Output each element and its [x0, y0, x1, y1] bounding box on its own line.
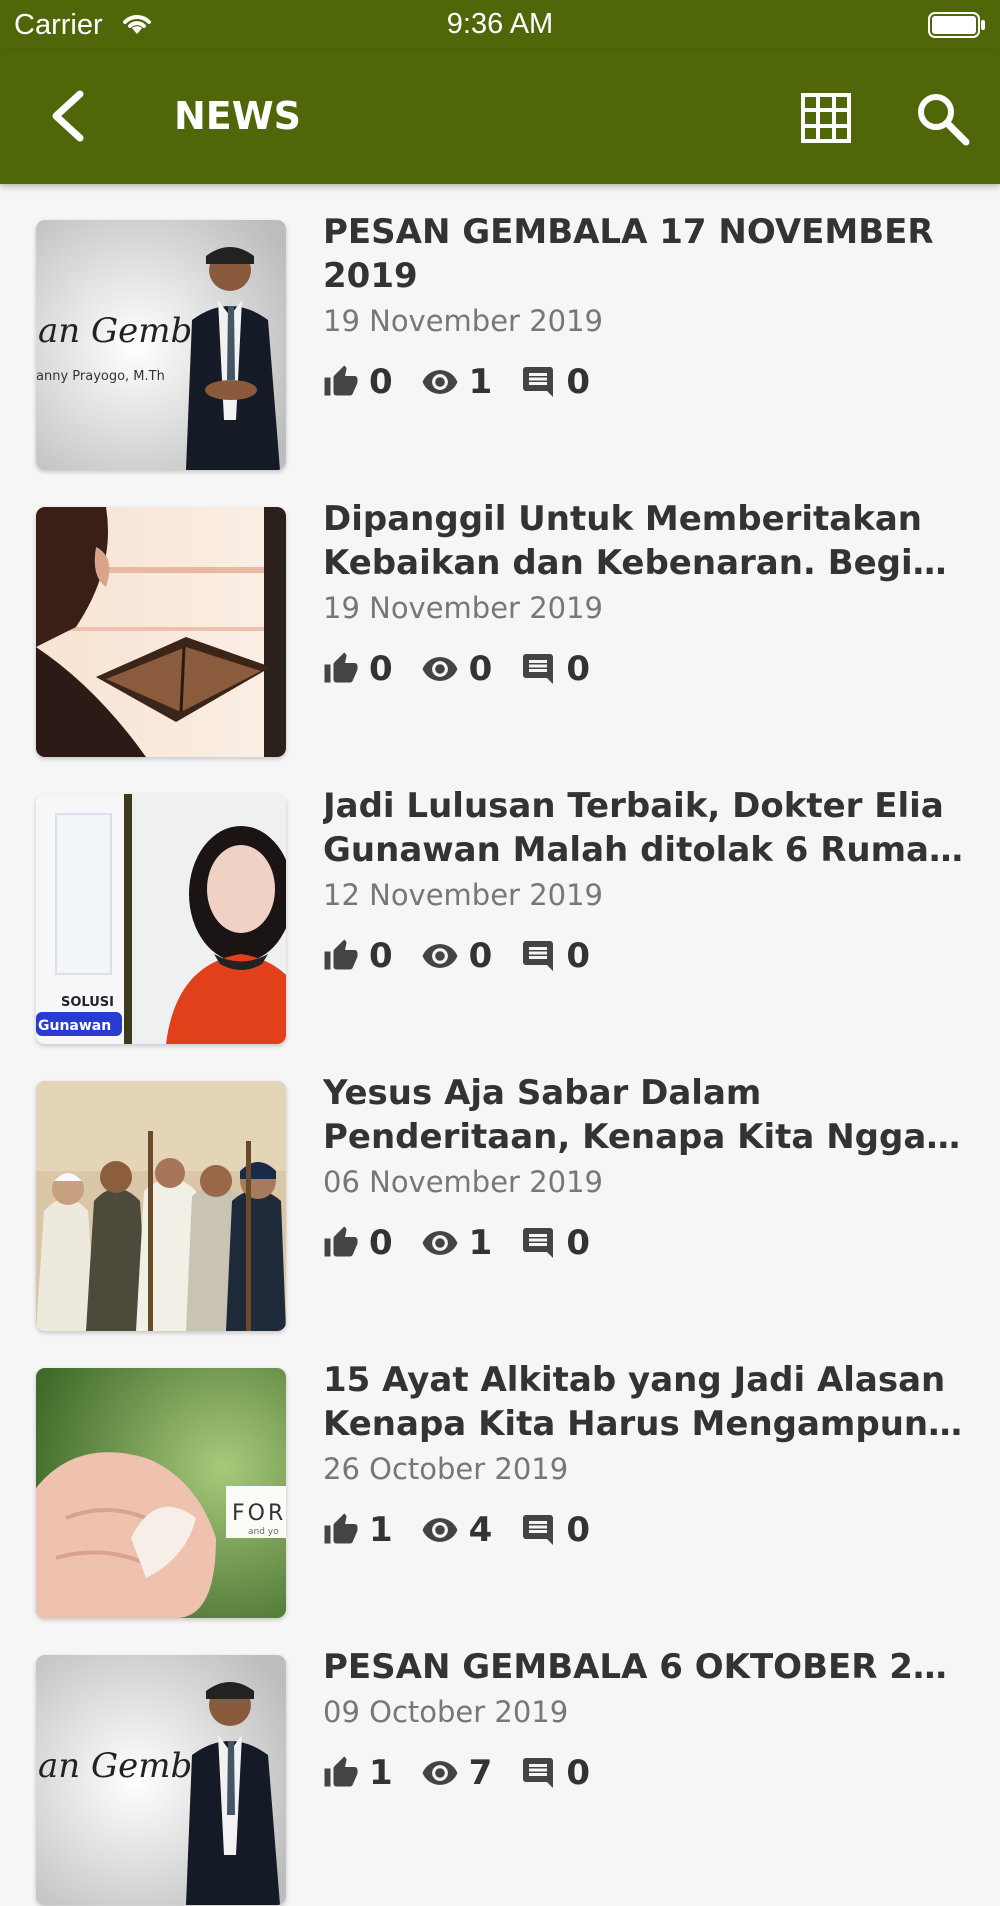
status-time: 9:36 AM [446, 8, 554, 40]
news-date: 19 November 2019 [323, 304, 604, 338]
thumbs-up-icon [324, 1756, 358, 1787]
likes-count: 0 [369, 936, 393, 976]
views-stat: 4 [421, 1510, 493, 1550]
news-title[interactable]: 15 Ayat Alkitab yang Jadi Alasan Kenapa … [323, 1358, 963, 1446]
comments-count: 0 [566, 1223, 591, 1263]
navigation-bar: NEWS [0, 50, 1000, 184]
views-count: 0 [468, 649, 493, 689]
news-title[interactable]: PESAN GEMBALA 17 NOVEMBER 2019 [323, 210, 963, 298]
eye-icon [422, 370, 458, 394]
thumbs-up-icon [324, 1513, 358, 1544]
news-item[interactable]: Yesus Aja Sabar Dalam Penderitaan, Kenap… [0, 1045, 1000, 1332]
news-item[interactable]: Dipanggil Untuk Memberitakan Kebaikan da… [0, 471, 1000, 758]
news-thumbnail: an Gembala anny Prayogo, M.Th [36, 220, 286, 470]
eye-icon [422, 944, 458, 968]
news-thumbnail: an Gembala [36, 1655, 286, 1905]
news-date: 06 November 2019 [323, 1165, 604, 1199]
news-date: 12 November 2019 [323, 878, 604, 912]
thumbs-up-icon [324, 939, 358, 970]
views-count: 4 [468, 1510, 493, 1550]
views-stat: 1 [421, 1223, 493, 1263]
eye-icon [422, 1518, 458, 1542]
news-title[interactable]: PESAN GEMBALA 6 OKTOBER 2019 [323, 1645, 963, 1689]
comment-icon [523, 654, 554, 684]
views-stat: 1 [421, 362, 493, 402]
comments-count: 0 [566, 1753, 591, 1793]
views-stat: 0 [421, 936, 493, 976]
news-date: 19 November 2019 [323, 591, 604, 625]
views-stat: 0 [421, 649, 493, 689]
comment-icon [523, 941, 554, 971]
comments-count: 0 [566, 936, 591, 976]
likes-count: 0 [369, 1223, 393, 1263]
news-item[interactable]: an Gembala PESAN GEMBALA 6 OKTOBER 2019 … [0, 1619, 1000, 1906]
views-count: 1 [468, 362, 493, 402]
eye-icon [422, 1761, 458, 1785]
comment-icon [523, 1228, 554, 1258]
views-count: 1 [468, 1223, 493, 1263]
likes-stat[interactable]: 1 [323, 1510, 393, 1550]
comments-stat[interactable]: 0 [520, 936, 590, 976]
eye-icon [422, 1231, 458, 1255]
likes-count: 1 [369, 1753, 393, 1793]
news-thumbnail [36, 1081, 286, 1331]
likes-count: 0 [369, 362, 393, 402]
likes-stat[interactable]: 0 [323, 936, 393, 976]
comment-icon [523, 1758, 554, 1788]
news-title[interactable]: Jadi Lulusan Terbaik, Dokter Elia Gunawa… [323, 784, 963, 872]
thumb-text: Gunawan [38, 1018, 111, 1034]
news-thumbnail [36, 507, 286, 757]
likes-stat[interactable]: 1 [323, 1753, 393, 1793]
svg-text:SOLUSI: SOLUSI [61, 995, 114, 1010]
likes-stat[interactable]: 0 [323, 1223, 393, 1263]
views-count: 0 [468, 936, 493, 976]
page-title: NEWS [174, 94, 302, 138]
likes-stat[interactable]: 0 [323, 649, 393, 689]
news-stats: 1 4 0 [323, 1510, 618, 1550]
likes-stat[interactable]: 0 [323, 362, 393, 402]
news-item[interactable]: FOR and yo 15 Ayat Alkitab yang Jadi Ala… [0, 1332, 1000, 1619]
thumbs-up-icon [324, 1226, 358, 1257]
status-bar: Carrier 9:36 AM [0, 0, 1000, 50]
news-title[interactable]: Yesus Aja Sabar Dalam Penderitaan, Kenap… [323, 1071, 963, 1159]
comment-icon [523, 367, 554, 397]
svg-text:and yo: and yo [248, 1527, 279, 1537]
news-item[interactable]: an Gembala anny Prayogo, M.Th PESAN GEMB… [0, 184, 1000, 471]
search-icon[interactable] [916, 92, 970, 146]
comments-stat[interactable]: 0 [520, 1223, 590, 1263]
comments-count: 0 [566, 362, 591, 402]
news-date: 26 October 2019 [323, 1452, 569, 1486]
battery-icon [928, 12, 985, 38]
news-thumbnail: SOLUSI Gunawan [36, 794, 286, 1044]
views-stat: 7 [421, 1753, 493, 1793]
news-item[interactable]: SOLUSI Gunawan Jadi Lulusan Terbaik, Dok… [0, 758, 1000, 1045]
svg-text:anny Prayogo, M.Th: anny Prayogo, M.Th [36, 369, 165, 384]
views-count: 7 [468, 1753, 493, 1793]
news-stats: 0 0 0 [323, 936, 618, 976]
news-stats: 0 1 0 [323, 362, 618, 402]
eye-icon [422, 657, 458, 681]
comments-count: 0 [566, 1510, 591, 1550]
news-stats: 1 7 0 [323, 1753, 618, 1793]
news-date: 09 October 2019 [323, 1695, 569, 1729]
likes-count: 0 [369, 649, 393, 689]
news-stats: 0 1 0 [323, 1223, 618, 1263]
comments-count: 0 [566, 649, 591, 689]
news-thumbnail: FOR and yo [36, 1368, 286, 1618]
comment-icon [523, 1515, 554, 1545]
thumbs-up-icon [324, 652, 358, 683]
news-stats: 0 0 0 [323, 649, 618, 689]
comments-stat[interactable]: 0 [520, 1753, 590, 1793]
comments-stat[interactable]: 0 [520, 1510, 590, 1550]
thumbs-up-icon [324, 365, 358, 396]
comments-stat[interactable]: 0 [520, 649, 590, 689]
thumb-text: FOR [232, 1501, 286, 1526]
grid-icon[interactable] [800, 92, 852, 144]
comments-stat[interactable]: 0 [520, 362, 590, 402]
likes-count: 1 [369, 1510, 393, 1550]
back-chevron-icon[interactable] [44, 88, 90, 144]
news-title[interactable]: Dipanggil Untuk Memberitakan Kebaikan da… [323, 497, 963, 585]
